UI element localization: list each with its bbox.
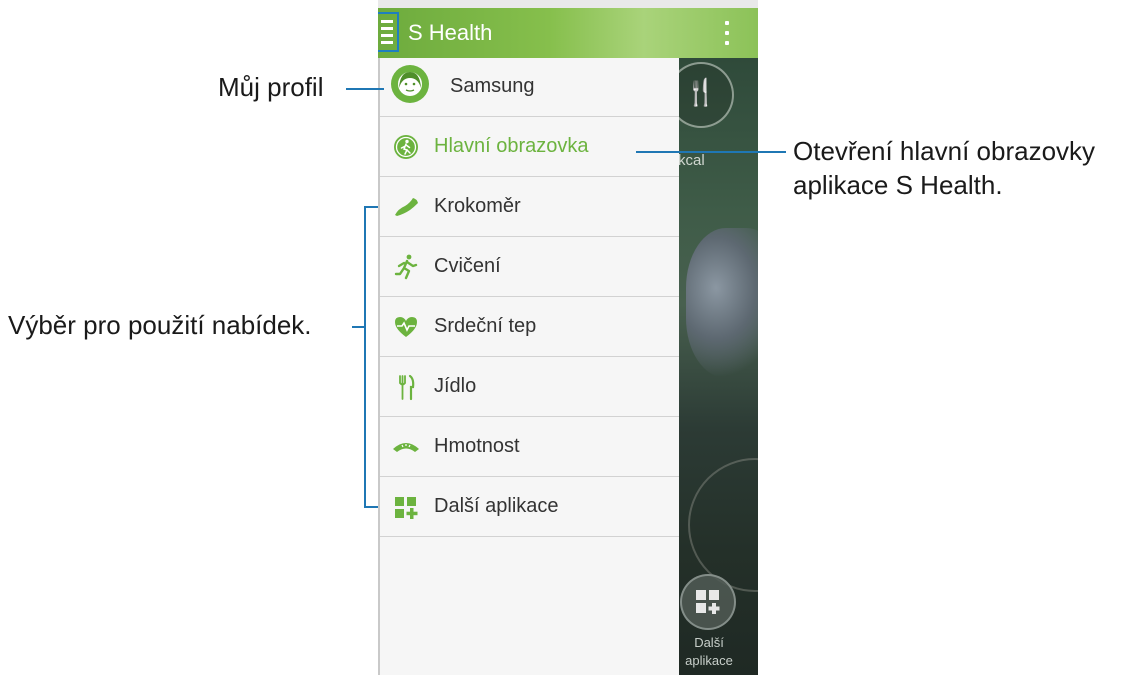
cyclist-image [686, 228, 758, 378]
drawer-item-home[interactable]: Hlavní obrazovka [380, 118, 679, 177]
overflow-menu-button[interactable] [722, 18, 732, 48]
profile-avatar-icon [391, 65, 429, 103]
drawer-item-pedometer[interactable]: Krokoměr [380, 178, 679, 237]
drawer-item-label: Další aplikace [434, 495, 559, 517]
drawer-item-label: Srdeční tep [434, 315, 537, 337]
drawer-item-label: Samsung [450, 75, 535, 97]
drawer-item-weight[interactable]: Hmotnost [380, 418, 679, 477]
shoe-icon [395, 198, 418, 216]
drawer-item-profile[interactable]: Samsung [380, 58, 679, 117]
drawer-item-label: Jídlo [434, 375, 477, 397]
bike-wheel-image [688, 458, 758, 592]
drawer-item-exercise[interactable]: Cvičení [380, 238, 679, 297]
drawer-menu-button[interactable] [378, 12, 399, 52]
heart-rate-icon [395, 317, 417, 337]
callout-menus-bracket-bottom [364, 506, 378, 508]
more-apps-tile-button[interactable] [680, 574, 736, 630]
callout-menus: Výběr pro použití nabídek. [8, 310, 312, 340]
callout-profile: Můj profil [218, 72, 324, 102]
drawer-item-label: Hlavní obrazovka [434, 135, 589, 157]
navigation-drawer: Samsung Hlavní obrazovka Krokoměr Cvičen… [378, 58, 679, 675]
scale-icon [393, 443, 419, 452]
more-apps-icon [696, 590, 720, 614]
callout-profile-line [346, 88, 384, 90]
fork-knife-icon [399, 374, 415, 401]
phone-screen: 🍴 kcal Další aplikace S Health Samsung H… [378, 0, 758, 675]
drawer-item-heart-rate[interactable]: Srdeční tep [380, 298, 679, 357]
home-icon [394, 135, 418, 159]
runner-icon [394, 254, 418, 280]
drawer-item-more-apps[interactable]: Další aplikace [380, 478, 679, 537]
callout-home: Otevření hlavní obrazovky aplikace S Hea… [793, 136, 1096, 200]
drawer-item-label: Krokoměr [434, 195, 521, 217]
drawer-item-label: Hmotnost [434, 435, 520, 457]
app-bar: S Health [378, 8, 758, 58]
app-title: S Health [408, 20, 493, 45]
kcal-label: kcal [678, 152, 705, 169]
callout-home-line [636, 151, 786, 153]
more-apps-icon [395, 497, 418, 519]
drawer-item-label: Cvičení [434, 255, 501, 277]
more-apps-tile-label: Další aplikace [685, 635, 733, 668]
callout-menus-line [352, 326, 364, 328]
callout-menus-bracket-top [364, 206, 378, 208]
callout-menus-bracket [364, 206, 366, 508]
drawer-item-food[interactable]: Jídlo [380, 358, 679, 417]
